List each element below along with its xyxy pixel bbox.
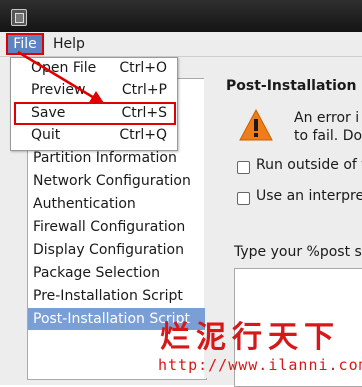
sidebar-item-network[interactable]: Network Configuration [33, 170, 191, 192]
menu-item-shortcut: Ctrl+P [121, 82, 167, 98]
app-icon [11, 9, 27, 26]
menu-item-quit[interactable]: Quit Ctrl+Q [10, 124, 176, 147]
menu-item-label: Save [31, 105, 66, 121]
menu-item-label: Preview [31, 82, 86, 98]
sidebar-item-firewall[interactable]: Firewall Configuration [33, 216, 185, 238]
watermark-url: http://www.ilanni.com [158, 356, 362, 374]
run-outside-label[interactable]: Run outside of t [256, 157, 362, 173]
watermark-logo-text: 烂泥行天下 [160, 320, 340, 355]
menu-item-open-file[interactable]: Open File Ctrl+O [10, 57, 176, 80]
menu-item-shortcut: Ctrl+Q [119, 127, 167, 143]
sidebar-item-packages[interactable]: Package Selection [33, 262, 160, 284]
warning-icon [239, 108, 273, 141]
menu-file[interactable]: File [8, 35, 42, 53]
sidebar-item-pre-install[interactable]: Pre-Installation Script [33, 285, 183, 307]
post-script-label: Type your %post sc [234, 244, 362, 260]
sidebar-item-display[interactable]: Display Configuration [33, 239, 184, 261]
menu-item-label: Open File [31, 60, 97, 76]
menu-item-shortcut: Ctrl+S [121, 105, 167, 121]
menu-item-preview[interactable]: Preview Ctrl+P [10, 79, 176, 102]
error-message-line1: An error i [294, 110, 360, 126]
page-title: Post-Installation S [226, 78, 362, 94]
error-message-line2: to fail. Do [294, 128, 362, 144]
sidebar-item-authentication[interactable]: Authentication [33, 193, 136, 215]
run-outside-checkbox[interactable] [237, 161, 250, 174]
menu-help[interactable]: Help [53, 35, 85, 53]
interpreter-checkbox[interactable] [237, 192, 250, 205]
interpreter-label[interactable]: Use an interpret [256, 188, 362, 204]
menu-item-label: Quit [31, 127, 61, 143]
menu-item-shortcut: Ctrl+O [119, 60, 167, 76]
window-titlebar [0, 0, 362, 32]
menu-item-save[interactable]: Save Ctrl+S [14, 102, 176, 125]
